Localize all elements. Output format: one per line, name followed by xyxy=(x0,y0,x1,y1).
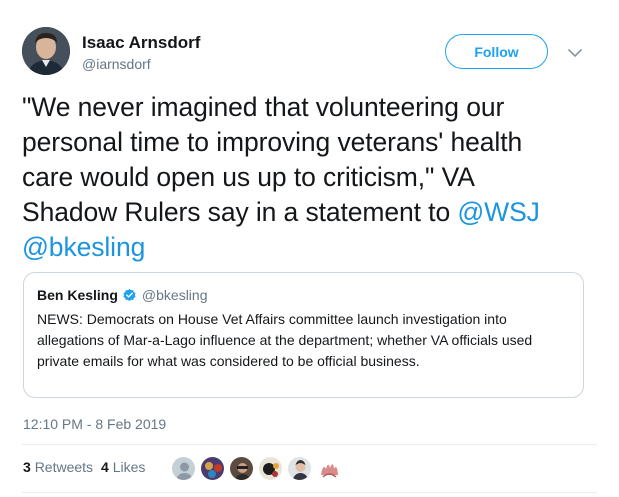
retweets-label: Retweets xyxy=(34,459,94,475)
quoted-tweet-header: Ben Kesling @bkesling xyxy=(37,287,207,303)
tweet-text-line: "We never imagined that volunteering our xyxy=(22,92,505,122)
liker-avatar[interactable] xyxy=(229,456,254,481)
tweet-card: Isaac Arnsdorf @iarnsdorf Follow "We nev… xyxy=(0,0,619,497)
tweet-text-line: care would open us up to criticism," VA xyxy=(22,162,475,192)
author-name[interactable]: Isaac Arnsdorf xyxy=(82,33,200,53)
quoted-text-line: allegations of Mar-a-Lago influence at t… xyxy=(37,332,533,348)
tweet-timestamp[interactable]: 12:10 PM - 8 Feb 2019 xyxy=(23,416,166,432)
quoted-text-line: private emails for what was considered t… xyxy=(37,353,420,369)
liker-avatar[interactable] xyxy=(316,456,341,481)
quoted-author-handle: @bkesling xyxy=(141,287,208,303)
tweet-text-segment: Shadow Rulers say in a statement to xyxy=(22,197,458,227)
tweet-text-line: Shadow Rulers say in a statement to @WSJ xyxy=(22,195,602,230)
liker-avatar[interactable] xyxy=(200,456,225,481)
tweet-text-line: @bkesling xyxy=(22,230,602,265)
divider xyxy=(22,444,597,445)
quoted-text-line: NEWS: Democrats on House Vet Affairs com… xyxy=(37,311,507,327)
follow-button[interactable]: Follow xyxy=(445,34,548,69)
likes-label: Likes xyxy=(112,459,146,475)
quoted-tweet-text: NEWS: Democrats on House Vet Affairs com… xyxy=(37,309,572,372)
liker-avatar[interactable] xyxy=(287,456,312,481)
caret-down-icon[interactable] xyxy=(566,44,584,62)
liker-avatars xyxy=(171,456,345,481)
tweet-text: "We never imagined that volunteering our… xyxy=(22,90,602,265)
likes-count: 4 xyxy=(101,459,109,475)
divider xyxy=(22,492,597,493)
author-avatar[interactable] xyxy=(22,27,70,75)
verified-badge-icon xyxy=(122,288,137,303)
quoted-author-name: Ben Kesling xyxy=(37,287,118,303)
mention-bkesling-link[interactable]: @bkesling xyxy=(22,232,145,262)
liker-avatar[interactable] xyxy=(258,456,283,481)
mention-wsj-link[interactable]: @WSJ xyxy=(457,197,540,227)
quoted-tweet[interactable]: Ben Kesling @bkesling NEWS: Democrats on… xyxy=(23,272,584,398)
author-avatar-image xyxy=(22,27,70,75)
liker-avatar[interactable] xyxy=(171,456,196,481)
retweets-stat[interactable]: 3 Retweets xyxy=(23,459,93,475)
author-handle[interactable]: @iarnsdorf xyxy=(82,56,151,72)
retweets-count: 3 xyxy=(23,459,31,475)
tweet-text-line: personal time to improving veterans' hea… xyxy=(22,127,523,157)
tweet-stats: 3 Retweets 4 Likes xyxy=(23,459,153,475)
likes-stat[interactable]: 4 Likes xyxy=(101,459,145,475)
